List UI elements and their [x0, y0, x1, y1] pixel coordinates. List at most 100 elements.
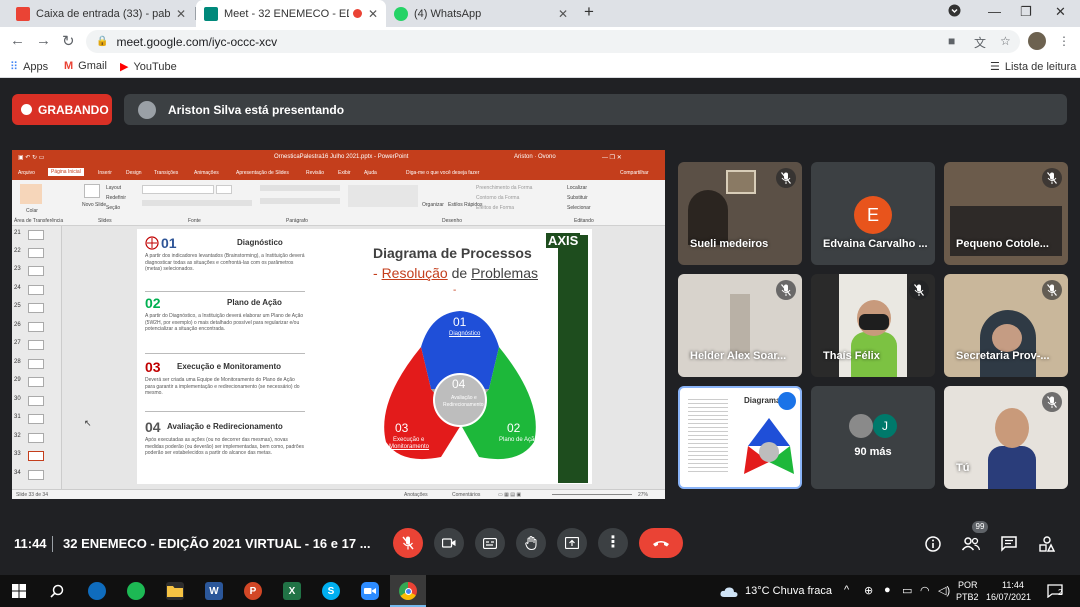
close-icon[interactable]: ✕ — [558, 7, 568, 21]
profile-avatar[interactable] — [1028, 32, 1046, 50]
font-name-box — [142, 185, 214, 194]
excel-icon[interactable]: X — [283, 582, 301, 600]
ribbon-label: Selecionar — [567, 205, 591, 211]
participant-name: Pequeno Cotole... — [956, 238, 1049, 250]
ribbon-label: Novo Slide — [82, 202, 107, 208]
mic-toggle-button[interactable] — [393, 528, 423, 558]
participant-tile[interactable]: Secretaria Prov-... — [944, 274, 1068, 377]
keyboard-layout[interactable]: PTB2 — [956, 592, 979, 602]
tab-label: (4) WhatsApp — [414, 7, 482, 20]
chat-button[interactable] — [998, 533, 1020, 555]
bookmark-gmail[interactable]: M Gmail — [64, 60, 107, 72]
tab-whatsapp[interactable]: (4) WhatsApp ✕ — [386, 0, 576, 27]
bookmark-star-icon[interactable]: ☆ — [1000, 34, 1011, 48]
menu-dots-icon[interactable]: ⋮ — [1058, 34, 1070, 48]
people-button[interactable] — [960, 533, 982, 555]
camera-icon[interactable]: ■ — [948, 34, 955, 48]
notes-button: Anotações — [404, 492, 428, 498]
maximize-button[interactable]: ❐ — [1020, 4, 1032, 20]
participant-name: Tú — [956, 462, 970, 474]
slide-section-4: 04 Avaliação e Redirecionamento Após exe… — [145, 419, 305, 479]
windows-start-icon[interactable] — [10, 582, 28, 600]
search-icon[interactable] — [48, 582, 66, 600]
captions-button[interactable] — [475, 528, 505, 558]
close-icon[interactable]: ✕ — [368, 7, 378, 21]
back-arrow-icon[interactable]: ← — [10, 32, 25, 49]
volume-icon[interactable]: ◁) — [938, 584, 950, 597]
battery-icon[interactable]: ▭ — [902, 584, 912, 597]
url-bar[interactable]: 🔒 meet.google.com/iyc-occc-xcv — [86, 30, 1020, 53]
section-divider — [145, 411, 305, 412]
participant-tile[interactable]: Helder Alex Soar... — [678, 274, 802, 377]
info-icon — [925, 536, 941, 552]
reading-list[interactable]: ☰ Lista de leitura — [990, 60, 1076, 74]
presentation-tile[interactable]: Diagrama — [678, 386, 802, 489]
slide-section-3: 03 Execução e Monitoramento Deverá ser c… — [145, 359, 305, 411]
skype-icon[interactable]: S — [322, 582, 340, 600]
bookmark-apps[interactable]: ⠿ Apps — [10, 60, 48, 74]
slide-thumbnail: 24 — [14, 285, 58, 295]
file-explorer-icon[interactable] — [166, 582, 184, 600]
participant-tile[interactable]: E Edvaina Carvalho ... — [811, 162, 935, 265]
zoom-slider — [552, 494, 632, 495]
browser-tab-bar: Caixa de entrada (33) - pablojun... ✕ Me… — [0, 0, 1080, 27]
weather-text[interactable]: 13°C Chuva fraca — [745, 585, 832, 597]
participant-name: Edvaina Carvalho ... — [823, 238, 928, 250]
participant-tile[interactable]: Sueli medeiros — [678, 162, 802, 265]
close-icon[interactable]: ✕ — [176, 7, 186, 21]
ppt-user: Ariston · Ovono — [514, 154, 556, 160]
tray-chevron-icon[interactable]: ^ — [844, 584, 849, 596]
participant-tile[interactable]: Pequeno Cotole... — [944, 162, 1068, 265]
reload-icon[interactable]: ↻ — [62, 32, 75, 50]
self-view-tile[interactable]: Tú — [944, 386, 1068, 489]
tab-meet[interactable]: Meet - 32 ENEMECO - EDIÇ... ✕ — [196, 0, 386, 27]
more-participants-count: 90 más — [854, 446, 892, 458]
wifi-icon[interactable]: ◠ — [920, 584, 930, 597]
close-window-button[interactable]: ✕ — [1055, 4, 1066, 20]
spotify-icon[interactable] — [127, 582, 145, 600]
slide-thumbnail: 23 — [14, 266, 58, 276]
ppt-menu-item: Ajuda — [364, 170, 377, 176]
tab-gmail[interactable]: Caixa de entrada (33) - pablojun... ✕ — [8, 0, 194, 27]
activities-icon — [1039, 536, 1055, 552]
present-screen-button[interactable] — [557, 528, 587, 558]
ppt-menu-item: Design — [126, 170, 142, 176]
slide-section-1: 01 Diagnóstico A partir dos indicadores … — [145, 235, 305, 293]
paragraph-row — [260, 185, 340, 191]
language-code[interactable]: POR — [958, 580, 978, 590]
slide-canvas: 01 Diagnóstico A partir dos indicadores … — [62, 226, 665, 489]
tab-search-icon[interactable] — [948, 4, 961, 20]
powerpoint-icon[interactable]: P — [244, 582, 262, 600]
raise-hand-button[interactable] — [516, 528, 546, 558]
mic-off-icon — [402, 536, 414, 550]
edge-icon[interactable] — [88, 582, 106, 600]
translate-icon[interactable]: 文 — [974, 34, 986, 51]
meeting-details-button[interactable] — [922, 533, 944, 555]
zoom-icon[interactable] — [361, 582, 379, 600]
bookmark-youtube[interactable]: ▶ YouTube — [120, 60, 177, 74]
participant-tile[interactable]: Thaís Félix — [811, 274, 935, 377]
more-options-button[interactable]: ⋮ — [598, 528, 628, 558]
camera-toggle-button[interactable] — [434, 528, 464, 558]
apps-grid-icon: ⠿ — [10, 61, 19, 73]
network-icon[interactable]: ⊕ — [864, 584, 873, 597]
minimize-button[interactable]: — — [988, 4, 1001, 19]
new-tab-button[interactable]: + — [584, 2, 594, 22]
shared-screen: ▣ ↶ ↻ ▭ OrnesticaPalestra16 Julho 2021.p… — [12, 150, 665, 499]
ppt-menu-item: Inserir — [98, 170, 112, 176]
mic-tray-icon[interactable]: ● — [884, 584, 891, 596]
person-silhouette — [688, 190, 728, 245]
word-icon[interactable]: W — [205, 582, 223, 600]
more-participants-tile[interactable]: J 90 más — [811, 386, 935, 489]
bookmarks-bar: ⠿ Apps M Gmail ▶ YouTube ☰ Lista de leit… — [0, 56, 1080, 78]
chrome-icon[interactable] — [399, 582, 417, 600]
activities-button[interactable] — [1036, 533, 1058, 555]
section-number: 02 — [145, 295, 161, 311]
ribbon-label: Localizar — [567, 185, 588, 191]
forward-arrow-icon[interactable]: → — [36, 32, 51, 49]
leave-call-button[interactable] — [639, 528, 683, 558]
presentation-thumbnail-text — [688, 396, 728, 472]
mouse-cursor-icon: ↖ — [84, 418, 92, 428]
system-date[interactable]: 16/07/2021 — [986, 592, 1031, 602]
system-clock[interactable]: 11:44 — [1002, 580, 1024, 590]
